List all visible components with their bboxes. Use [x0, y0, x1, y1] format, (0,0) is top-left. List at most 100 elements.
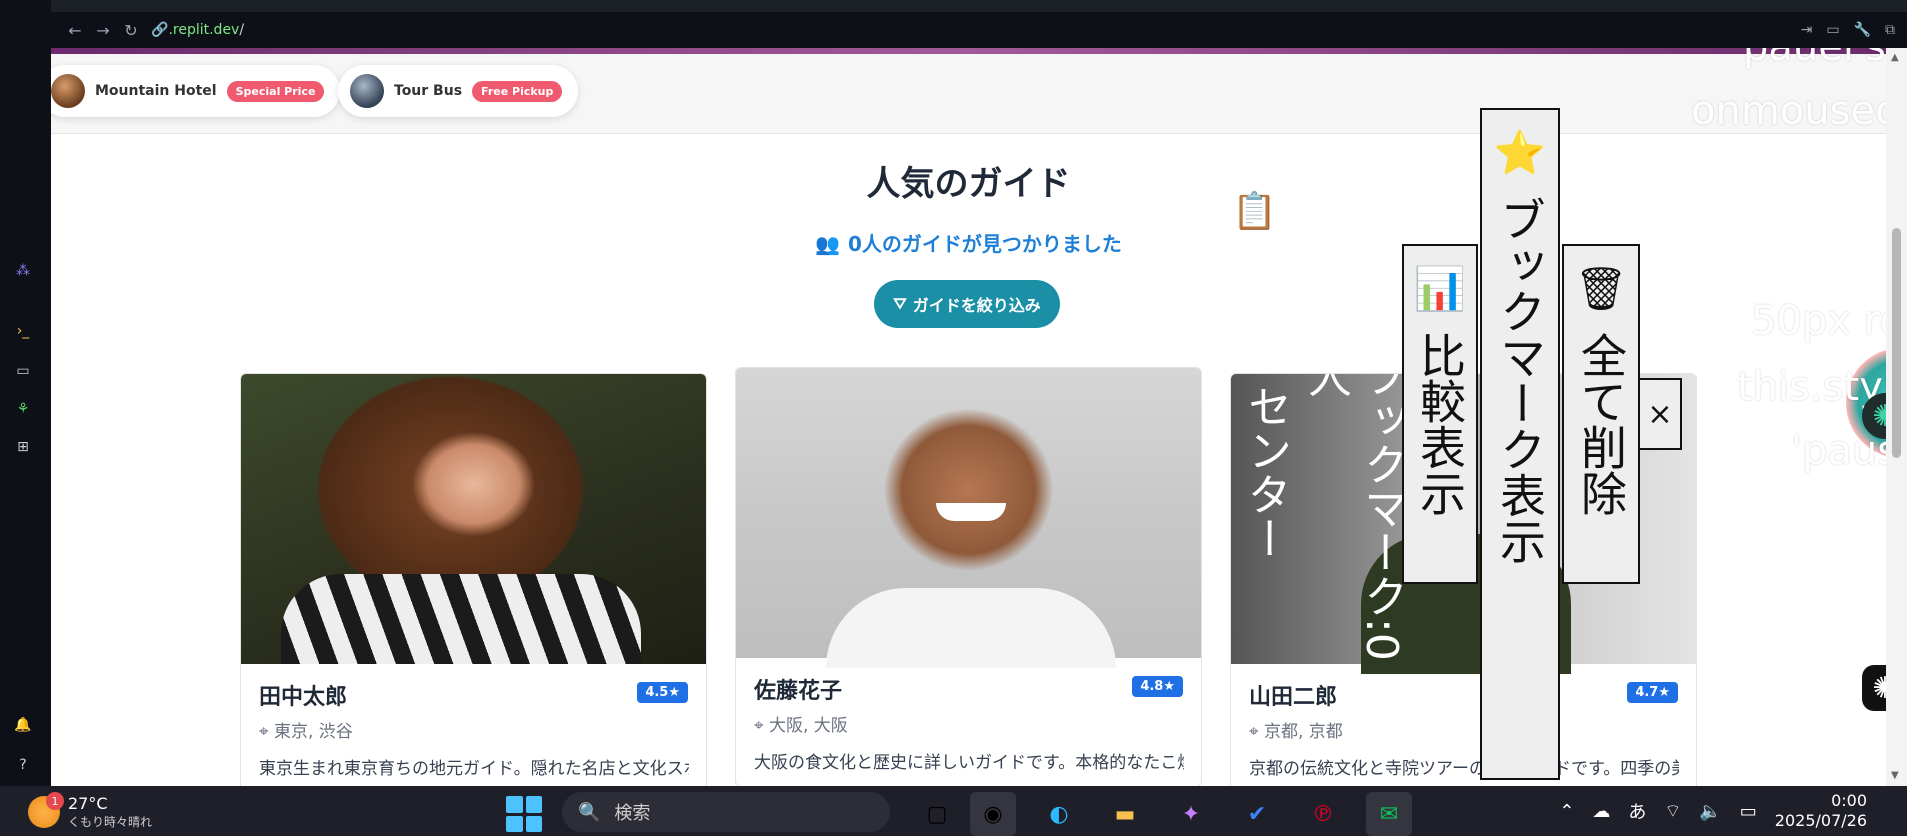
battery-icon[interactable]: ▭	[1740, 801, 1757, 822]
system-tray: ⌃ ☁ あ ⌔ 🔈 ▭ 0:00 2025/07/26	[1559, 786, 1907, 836]
promo-pill-bus[interactable]: Tour Bus Free Pickup	[338, 65, 579, 117]
promo-name: Mountain Hotel	[95, 83, 217, 99]
address-bar-actions: ⇥ ▭ 🔧 ⧉	[1801, 12, 1895, 48]
promo-name: Tour Bus	[394, 83, 463, 99]
promo-band: Mountain Hotel Special Price Tour Bus Fr…	[51, 54, 1886, 134]
tab-strip	[51, 0, 1907, 12]
page-scrollbar[interactable]: ▲ ▼	[1886, 48, 1907, 786]
devtools-icon[interactable]: 🔧	[1854, 22, 1871, 38]
trash-icon: 🗑	[1574, 264, 1628, 313]
rating-badge: 4.8★	[1132, 676, 1183, 697]
webpage: Mountain Hotel Special Price Tour Bus Fr…	[51, 48, 1886, 786]
weather-widget[interactable]: 1 27°C くもり時々晴れ	[28, 792, 153, 830]
users-icon: 👥	[815, 232, 840, 256]
pinterest-icon[interactable]: ℗	[1300, 792, 1346, 836]
forward-icon[interactable]: →	[89, 16, 117, 44]
location-text: 東京, 渋谷	[273, 722, 353, 742]
line-icon[interactable]: ✉	[1366, 792, 1412, 836]
guide-card[interactable]: 佐藤花子 4.8★ ⌖ 大阪, 大阪 大阪の食文化と歴史に詳しいガイドです。本格…	[735, 367, 1202, 786]
scroll-down-icon[interactable]: ▼	[1891, 770, 1899, 781]
guide-photo	[241, 374, 706, 664]
taskbar-search[interactable]: 🔍 検索	[562, 792, 890, 832]
scroll-up-icon[interactable]: ▲	[1891, 52, 1899, 63]
guide-name: 山田二郎	[1249, 685, 1338, 710]
help-icon[interactable]: ?	[12, 754, 34, 776]
guide-photo	[736, 368, 1201, 668]
deploy-icon[interactable]: ⚘	[12, 398, 34, 420]
url-path: /	[239, 22, 245, 38]
map-pin-icon: ⌖	[259, 722, 274, 742]
clipboard-icon[interactable]: 📋	[1232, 190, 1277, 234]
guide-name: 佐藤花子	[754, 679, 843, 704]
guide-card[interactable]: 田中太郎 4.5★ ⌖ 東京, 渋谷 東京生まれ東京育ちの地元ガイド。隠れた名店…	[240, 373, 707, 786]
taskbar: 1 27°C くもり時々晴れ 🔍 検索 ▢ ◉ ◐ ▬ ✦ ✔ ℗ ✉ ⌃ ☁ …	[0, 786, 1907, 836]
filter-button-label: ガイドを絞り込み	[912, 296, 1041, 315]
compare-view-button[interactable]: 📊 比較表示	[1402, 244, 1478, 584]
task-view-icon[interactable]: ▢	[914, 792, 960, 836]
clock-time: 0:00	[1831, 791, 1867, 810]
star-icon: ⭐	[1493, 128, 1547, 177]
cloud-icon[interactable]: ☁	[1592, 801, 1610, 822]
promo-thumb	[51, 74, 85, 108]
guide-location: ⌖ 東京, 渋谷	[259, 717, 353, 742]
found-text: 0人のガイドが見つかりました	[847, 232, 1122, 256]
edge-icon[interactable]: ◐	[1036, 792, 1082, 836]
search-icon: 🔍	[578, 801, 601, 823]
filter-guides-button[interactable]: ⛛ ガイドを絞り込み	[874, 280, 1060, 328]
link-icon: 🔗	[151, 22, 169, 38]
start-button[interactable]	[506, 796, 542, 832]
url-field[interactable]: 🔗.replit.dev/	[151, 22, 244, 38]
notifications-icon[interactable]: 🔔	[12, 714, 34, 736]
bookmark-count-overlay: ブックマーク:0人	[1300, 373, 1407, 661]
dev-sidebar: ⁂ ›_ ▭ ⚘ ⊞ 🔔 ?	[0, 0, 51, 786]
console-icon[interactable]: ›_	[12, 320, 34, 342]
guide-description: 大阪の食文化と歴史に詳しいガイドです。本格的なたこ焼き	[754, 753, 1184, 773]
url-host: .replit.dev	[168, 22, 240, 38]
copilot-icon[interactable]: ✦	[1168, 792, 1214, 836]
agent-icon[interactable]: ⁂	[12, 260, 34, 282]
guide-description: 京都の伝統文化と寺院ツアーの専門ガイドです。四季の美し	[1249, 759, 1679, 779]
wifi-icon[interactable]: ⌔	[1664, 800, 1681, 823]
promo-badge: Special Price	[226, 80, 325, 102]
temperature: 27°C	[68, 794, 108, 813]
reload-icon[interactable]: ↻	[117, 16, 145, 44]
clock-date: 2025/07/26	[1774, 811, 1867, 830]
apps-grid-icon[interactable]: ⊞	[12, 436, 34, 458]
open-new-icon[interactable]: ⇥	[1801, 22, 1813, 38]
leaked-text: pauel's	[1743, 48, 1886, 70]
bookmark-label: ブックマーク表示	[1493, 196, 1547, 564]
overlay-vertical-text: センター	[1240, 384, 1291, 560]
weather-icon: 1	[28, 792, 64, 828]
chart-icon: 📊	[1413, 264, 1467, 313]
external-link-icon[interactable]: ⧉	[1885, 22, 1895, 38]
volume-icon[interactable]: 🔈	[1699, 801, 1721, 822]
back-icon[interactable]: ←	[61, 16, 89, 44]
location-text: 京都, 京都	[1263, 722, 1343, 742]
promo-pill-hotel[interactable]: Mountain Hotel Special Price	[51, 65, 341, 117]
bookmark-view-button[interactable]: ⭐ ブックマーク表示	[1480, 108, 1560, 780]
rating-badge: 4.5★	[637, 682, 688, 703]
chevron-up-icon[interactable]: ⌃	[1559, 801, 1574, 822]
leaked-text: this.styl	[1737, 364, 1886, 410]
compare-label: 比較表示	[1413, 332, 1467, 516]
scroll-thumb[interactable]	[1892, 228, 1901, 458]
rating-badge: 4.7★	[1627, 682, 1678, 703]
delete-all-button[interactable]: 🗑 全て削除	[1562, 244, 1640, 584]
notification-badge: 1	[46, 792, 64, 810]
chrome-icon[interactable]: ◉	[970, 792, 1016, 836]
device-icon[interactable]: ▭	[1826, 22, 1839, 38]
weather-summary: くもり時々晴れ	[68, 815, 153, 829]
ime-indicator[interactable]: あ	[1628, 798, 1646, 824]
promo-thumb	[350, 74, 384, 108]
file-explorer-icon[interactable]: ▬	[1102, 792, 1148, 836]
clock[interactable]: 0:00 2025/07/26	[1775, 791, 1867, 831]
todo-icon[interactable]: ✔	[1234, 792, 1280, 836]
close-button[interactable]: ×	[1638, 378, 1682, 450]
leaked-text: 50px rd	[1751, 298, 1886, 344]
guide-location: ⌖ 京都, 京都	[1249, 717, 1343, 742]
webview-icon[interactable]: ▭	[12, 360, 34, 382]
leaked-text: onmousec	[1691, 88, 1886, 134]
close-icon: ×	[1647, 396, 1673, 432]
promo-badge: Free Pickup	[472, 80, 563, 102]
map-pin-icon: ⌖	[1249, 722, 1264, 742]
